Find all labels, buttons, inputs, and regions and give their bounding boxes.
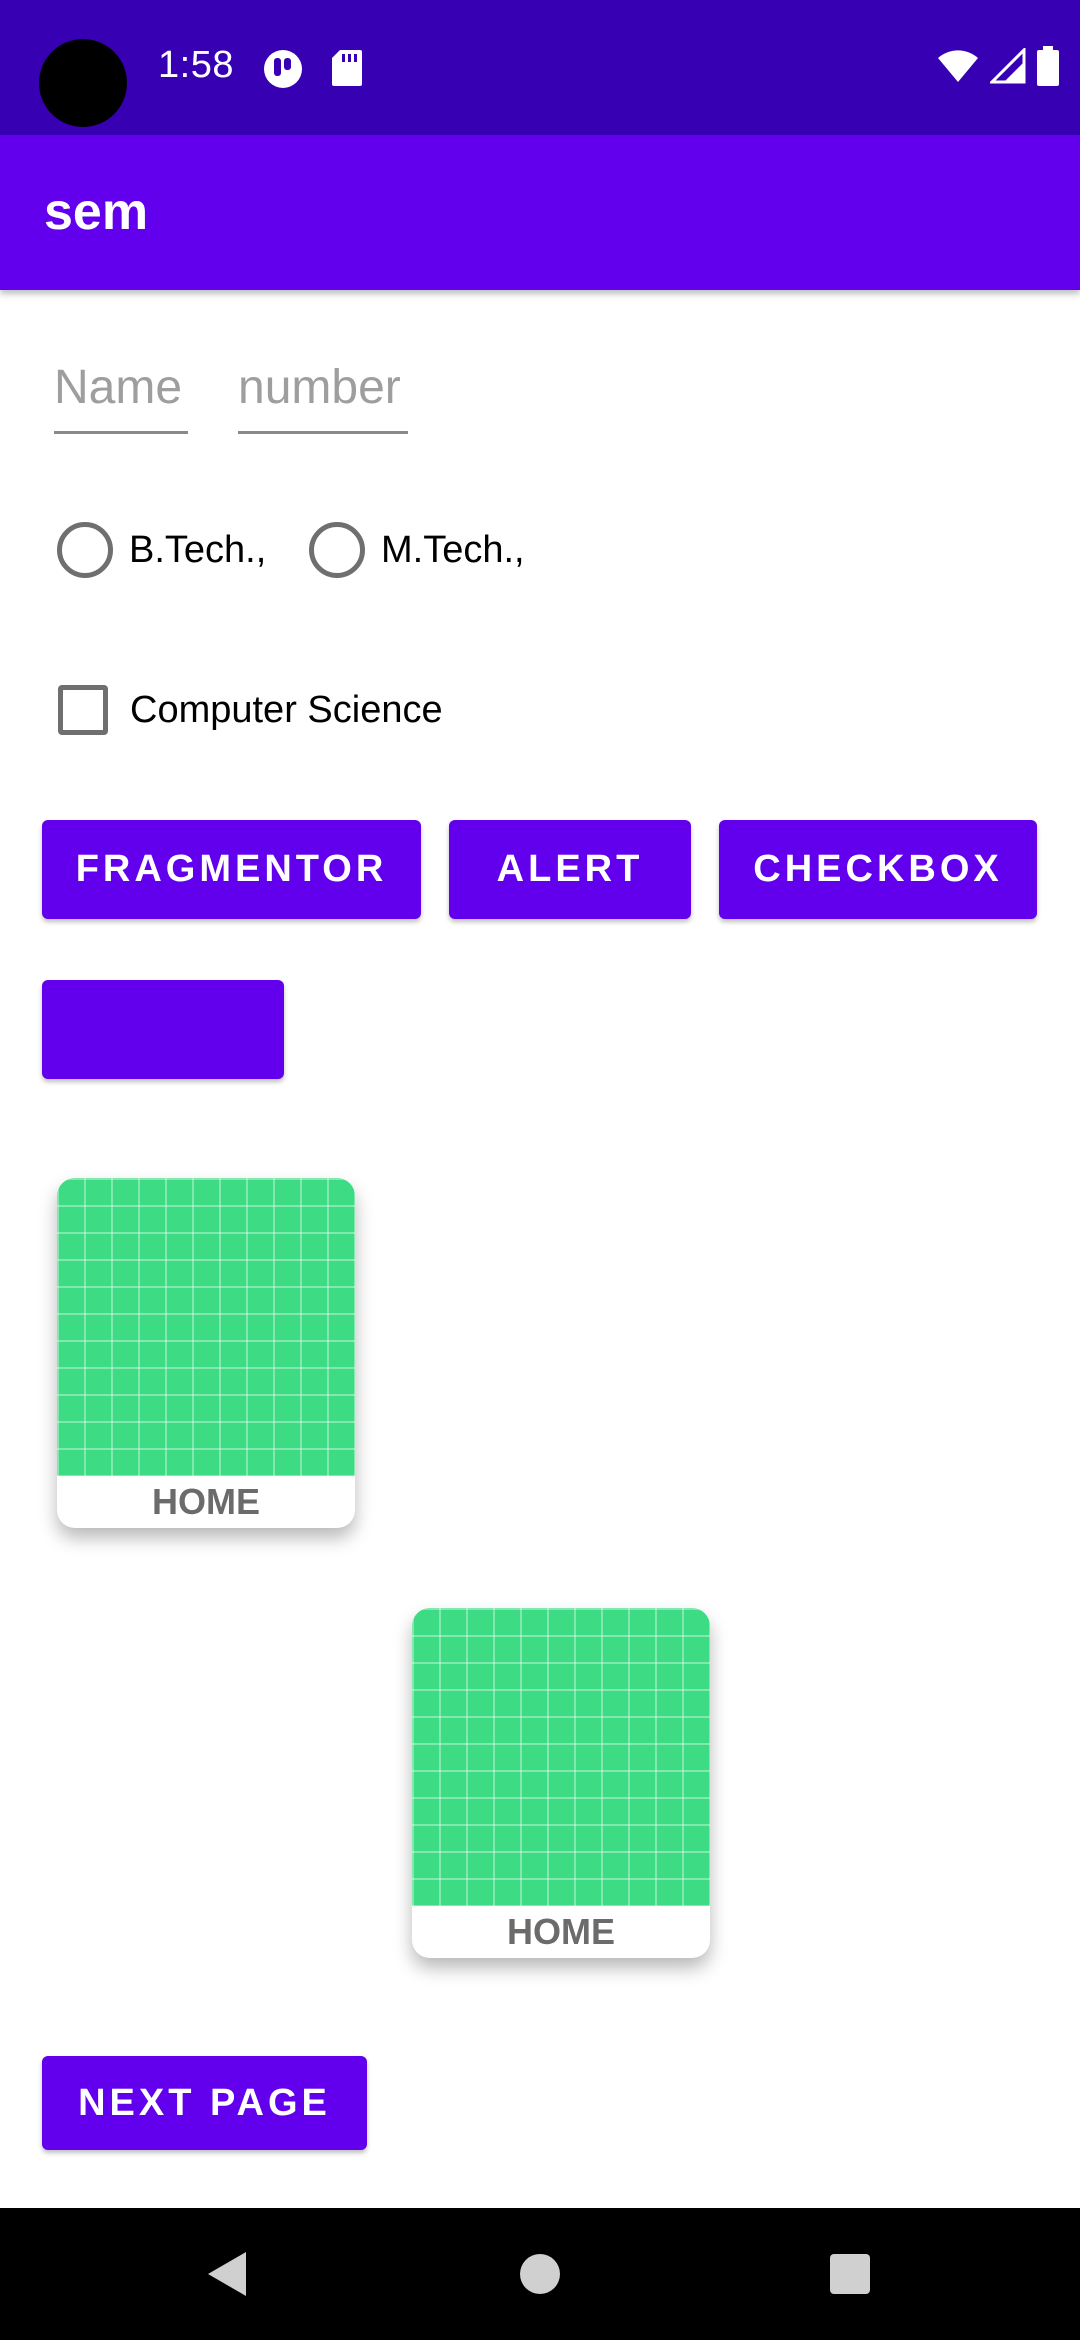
name-input[interactable]: Name: [54, 360, 188, 434]
home-card-2[interactable]: HOME: [412, 1608, 710, 1958]
next-page-button[interactable]: NEXT PAGE: [42, 2056, 367, 2150]
recents-icon[interactable]: [828, 2248, 872, 2300]
battery-icon: [1037, 46, 1059, 86]
checkbox-square-icon: [58, 685, 108, 735]
card-label: HOME: [152, 1481, 260, 1522]
alert-button[interactable]: ALERT: [449, 820, 691, 919]
radio-label: M.Tech.,: [381, 528, 525, 571]
radio-circle-icon: [309, 522, 365, 578]
radio-btech[interactable]: B.Tech.,: [57, 522, 266, 578]
wifi-icon: [938, 50, 978, 82]
back-icon[interactable]: [202, 2248, 250, 2300]
radio-label: B.Tech.,: [129, 528, 267, 571]
status-bar: 1:58: [0, 0, 1080, 135]
checkbox-computer-science[interactable]: Computer Science: [58, 685, 443, 735]
number-input[interactable]: number: [238, 360, 408, 434]
camera-cutout: [39, 39, 127, 127]
navigation-bar: [0, 2208, 1080, 2340]
card-label: HOME: [507, 1911, 615, 1952]
notification-app-icon: [264, 50, 302, 88]
home-icon[interactable]: [518, 2248, 562, 2300]
app-title: sem: [44, 183, 149, 241]
radio-circle-icon: [57, 522, 113, 578]
blank-button[interactable]: [42, 980, 284, 1079]
checkbox-button[interactable]: CHECKBOX: [719, 820, 1037, 919]
home-card-1[interactable]: HOME: [57, 1178, 355, 1528]
status-time: 1:58: [158, 44, 234, 86]
radio-mtech[interactable]: M.Tech.,: [309, 522, 525, 578]
app-bar: sem: [0, 135, 1080, 290]
android-grid-image: [57, 1178, 355, 1476]
checkbox-label: Computer Science: [130, 688, 443, 731]
cellular-signal-icon: [990, 48, 1026, 84]
android-grid-image: [412, 1608, 710, 1906]
sd-card-icon: [332, 50, 362, 86]
fragmentor-button[interactable]: FRAGMENTOR: [42, 820, 421, 919]
